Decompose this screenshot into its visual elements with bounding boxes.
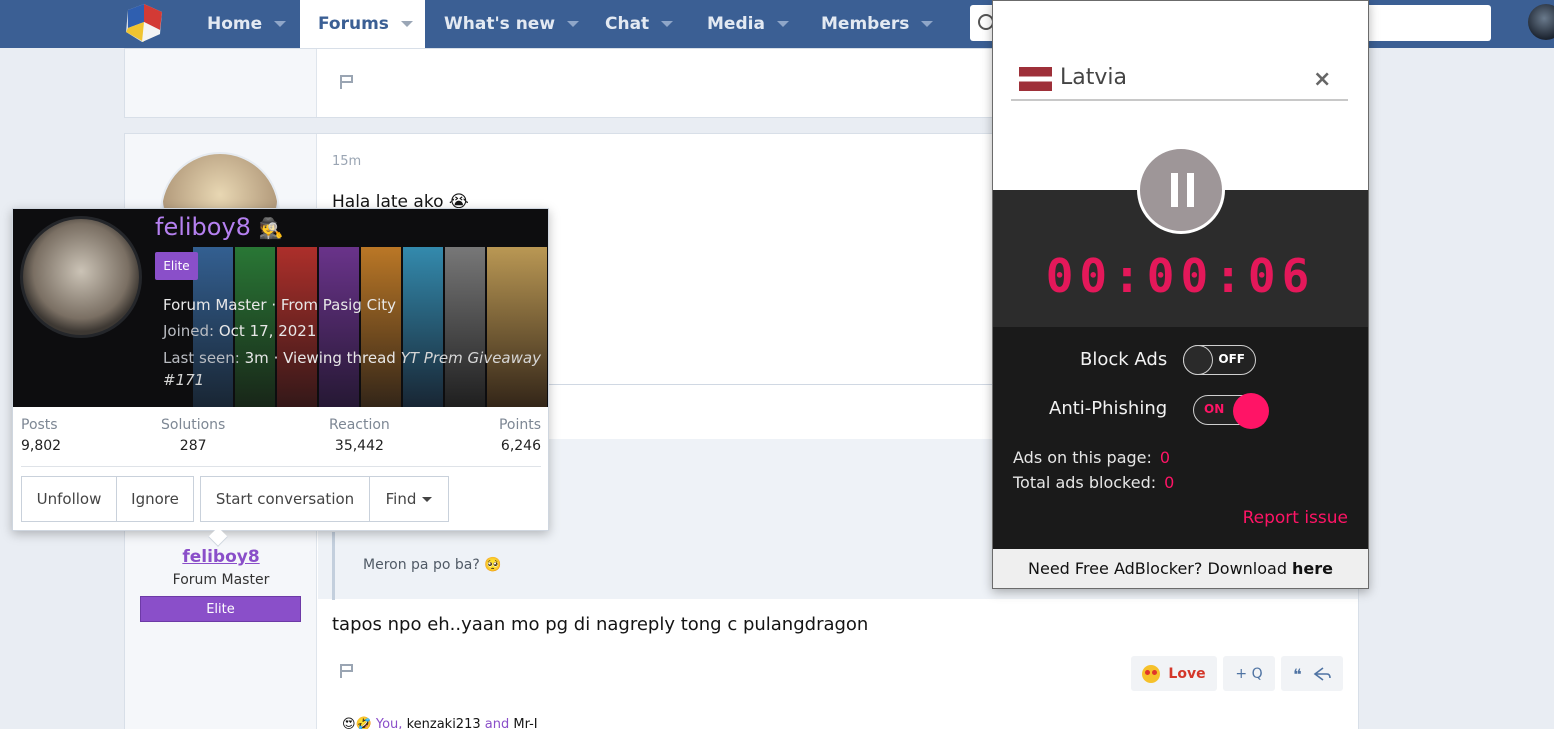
- member-avatar[interactable]: [20, 216, 142, 338]
- chevron-down-icon[interactable]: [400, 21, 413, 27]
- nav-tab-whats-new[interactable]: What's new: [444, 0, 580, 48]
- member-joined: Joined: Oct 17, 2021: [163, 322, 317, 340]
- reactions-summary[interactable]: 😍🤣 You, kenzaki213 and Mr-I: [342, 717, 538, 729]
- block-ads-label: Block Ads: [1080, 349, 1168, 370]
- post-author-title: Forum Master: [172, 572, 270, 588]
- multi-quote-button[interactable]: + Q: [1223, 656, 1275, 691]
- post-timestamp[interactable]: 15m: [332, 154, 361, 169]
- member-banner-image: feliboy8 🕵 Elite Forum Master · From Pas…: [13, 209, 548, 407]
- pause-button[interactable]: [1137, 146, 1225, 234]
- member-badge: Elite: [155, 252, 198, 280]
- chevron-down-icon[interactable]: [567, 21, 580, 27]
- pause-icon: [1171, 173, 1178, 207]
- member-tooltip-card: feliboy8 🕵 Elite Forum Master · From Pas…: [12, 208, 549, 547]
- chevron-down-icon: [422, 496, 433, 502]
- thread-link[interactable]: YT Prem Giveaway: [401, 349, 541, 367]
- member-thread-number[interactable]: #171: [163, 371, 204, 389]
- quote-bar: [332, 532, 335, 600]
- block-ads-toggle[interactable]: OFF: [1183, 345, 1256, 375]
- chevron-down-icon[interactable]: [776, 21, 789, 27]
- find-button[interactable]: Find: [369, 476, 449, 522]
- anti-phishing-toggle[interactable]: ON: [1193, 393, 1269, 429]
- ignore-button[interactable]: Ignore: [116, 476, 194, 522]
- chevron-down-icon[interactable]: [921, 21, 934, 27]
- unfollow-button[interactable]: Unfollow: [21, 476, 117, 522]
- quote-reply-button[interactable]: ❝: [1281, 656, 1343, 691]
- site-logo[interactable]: [122, 2, 166, 44]
- member-stats: Posts 9,802 Solutions 287 Reaction 35,442 P…: [21, 417, 541, 467]
- total-ads-blocked: Total ads blocked: 0: [1013, 473, 1175, 492]
- svg-text:❝: ❝: [1293, 666, 1302, 682]
- chevron-down-icon[interactable]: [274, 21, 287, 27]
- member-username[interactable]: feliboy8 🕵: [155, 213, 284, 241]
- nav-tab-chat[interactable]: Chat: [605, 0, 674, 48]
- download-promo: Need Free AdBlocker? Download here: [993, 549, 1368, 588]
- nav-tab-home[interactable]: Home: [207, 0, 287, 48]
- download-link[interactable]: here: [1292, 559, 1333, 578]
- nav-tab-media[interactable]: Media: [707, 0, 789, 48]
- report-flag-icon[interactable]: [340, 75, 354, 89]
- country-select[interactable]: Latvia: [1060, 65, 1127, 90]
- heart-eyes-icon: [1142, 664, 1161, 683]
- quote-text: Meron pa po ba? 🥺: [363, 557, 502, 573]
- connection-timer: 00:00:06: [1045, 249, 1316, 303]
- reaction-emoji-icon: 😍🤣: [342, 717, 372, 729]
- spy-icon: 🕵: [258, 216, 284, 240]
- stat-posts[interactable]: Posts 9,802: [21, 417, 61, 454]
- post-author-username[interactable]: feliboy8: [125, 547, 317, 567]
- member-title-location: Forum Master · From Pasig City: [163, 296, 397, 314]
- member-last-seen: Last seen: 3m · Viewing thread YT Prem G…: [163, 349, 541, 367]
- nav-tab-members[interactable]: Members: [821, 0, 934, 48]
- post-user-column: [125, 49, 317, 117]
- close-icon[interactable]: ×: [1313, 67, 1331, 92]
- post-author-banner: Elite: [140, 596, 301, 622]
- chevron-down-icon[interactable]: [661, 21, 674, 27]
- stat-solutions[interactable]: Solutions 287: [161, 417, 225, 454]
- quote-reply-icon: ❝: [1293, 666, 1331, 682]
- report-issue-link[interactable]: Report issue: [1243, 508, 1348, 528]
- stat-reaction[interactable]: Reaction 35,442: [329, 417, 390, 454]
- love-reaction-button[interactable]: Love: [1131, 656, 1217, 691]
- nav-tab-forums[interactable]: Forums: [300, 0, 425, 48]
- reply-text: tapos npo eh..yaan mo pg di nagreply ton…: [332, 614, 869, 635]
- divider: [1011, 99, 1348, 101]
- vpn-extension-popup: Latvia × 00:00:06 Block Ads OFF Anti-Phi…: [992, 0, 1369, 589]
- start-conversation-button[interactable]: Start conversation: [200, 476, 370, 522]
- stat-points[interactable]: Points 6,246: [499, 417, 541, 454]
- anti-phishing-label: Anti-Phishing: [1049, 398, 1168, 419]
- latvia-flag-icon: [1019, 67, 1052, 91]
- user-avatar[interactable]: [1528, 4, 1554, 40]
- report-flag-icon[interactable]: [340, 664, 354, 678]
- ads-on-page: Ads on this page: 0: [1013, 448, 1171, 467]
